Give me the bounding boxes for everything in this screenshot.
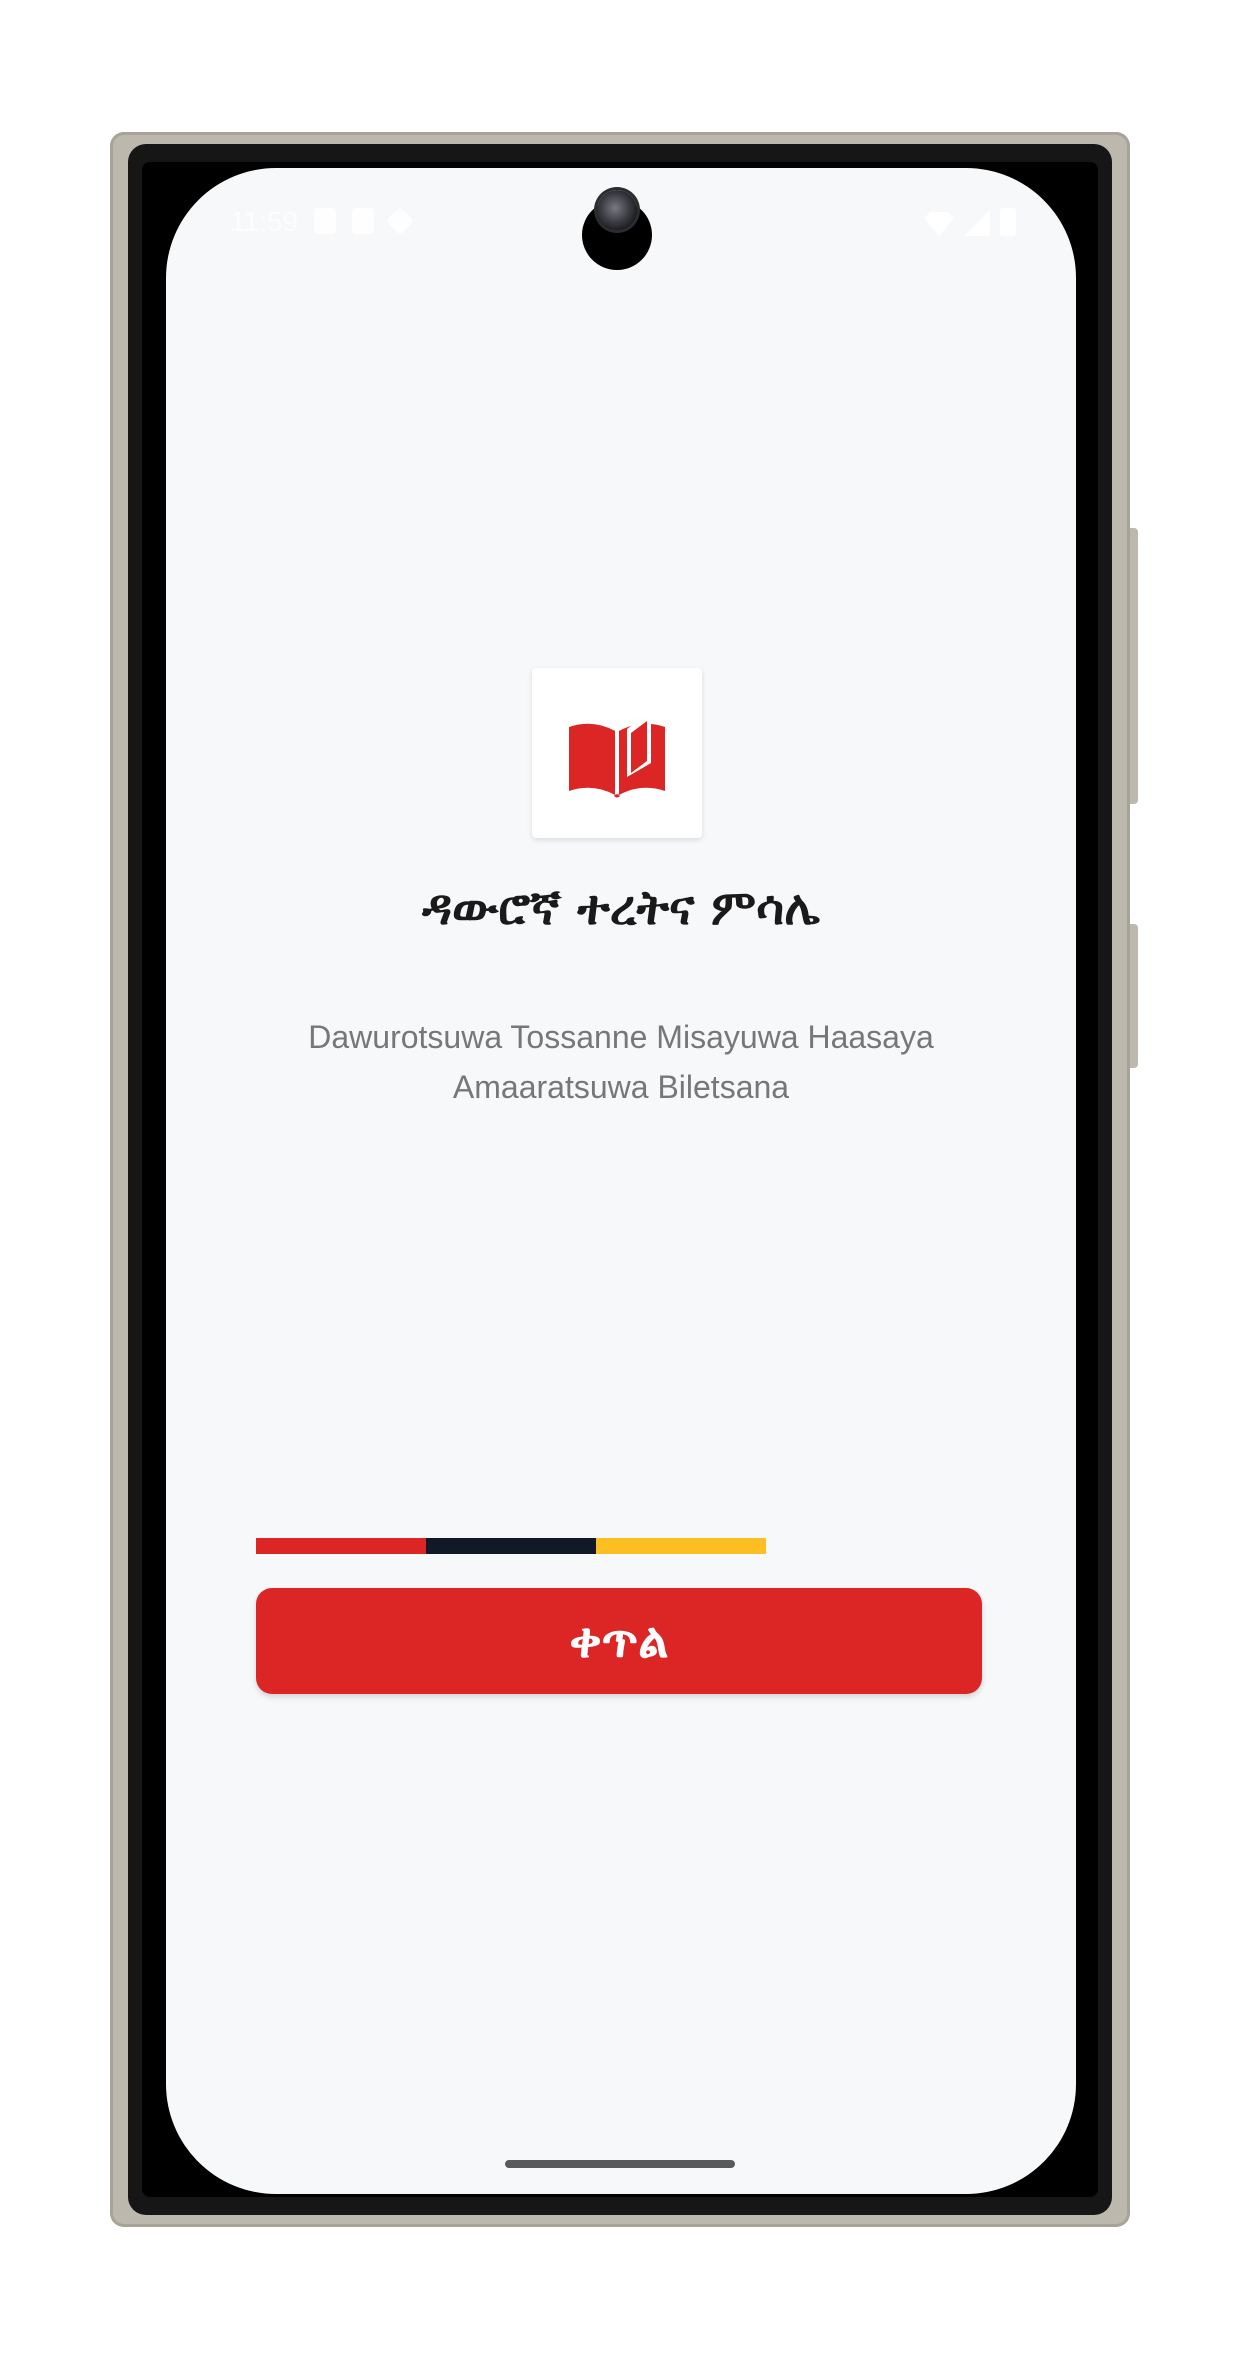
status-icons-right <box>924 208 1016 236</box>
sim-card-icon <box>352 208 374 234</box>
side-button <box>1130 528 1138 804</box>
app-subtitle: Dawurotsuwa Tossanne Misayuwa Haasaya Am… <box>308 1019 934 1105</box>
signal-icon <box>964 210 990 236</box>
battery-icon <box>1000 208 1016 236</box>
status-icons-left <box>314 206 415 236</box>
app-logo <box>532 668 702 838</box>
app-screen: 11:59 <box>166 168 1076 2194</box>
wifi-icon <box>924 212 954 236</box>
continue-button[interactable]: ቀጥል <box>256 1588 982 1694</box>
status-time: 11:59 <box>230 206 298 237</box>
flag-stripe-yellow <box>596 1538 766 1554</box>
volume-button <box>1130 924 1138 1068</box>
flag-stripe-red <box>256 1538 426 1554</box>
open-book-icon <box>569 711 665 798</box>
camera-lens-icon <box>597 190 637 230</box>
home-indicator[interactable] <box>505 2160 735 2168</box>
app-title: ዳውሮኛ ተረትና ምሳሌ <box>422 880 820 936</box>
data-saver-icon <box>385 206 415 236</box>
flag-color-bar <box>256 1538 766 1554</box>
shield-icon <box>314 208 336 234</box>
flag-stripe-dark <box>426 1538 596 1554</box>
